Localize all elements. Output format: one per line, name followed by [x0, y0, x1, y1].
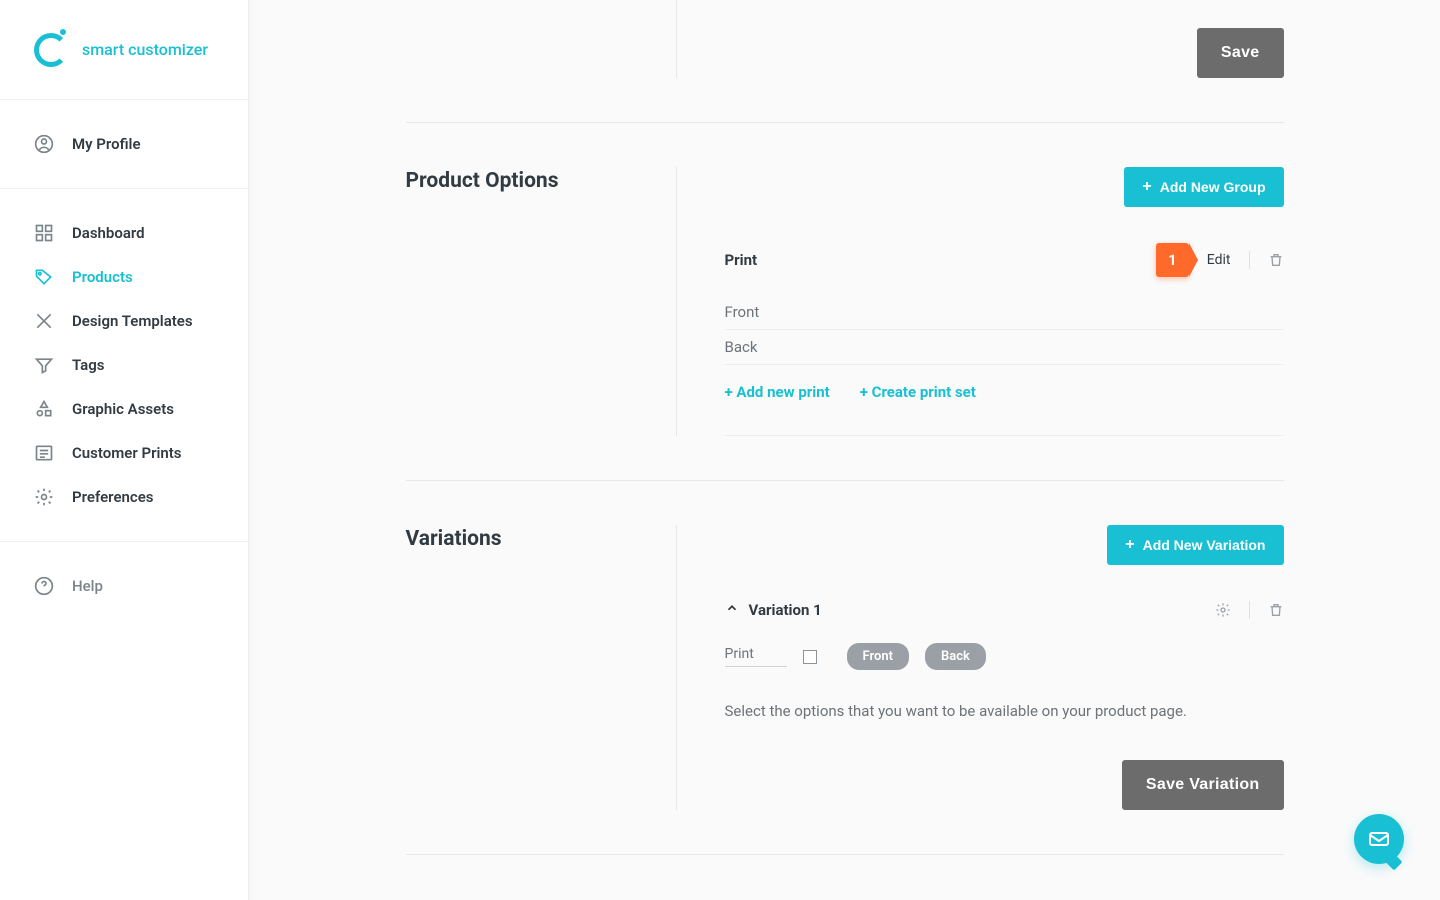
delete-group-button[interactable] [1268, 252, 1284, 268]
variation-settings-button[interactable] [1215, 602, 1231, 618]
option-item[interactable]: Front [725, 295, 1284, 330]
option-group-header: Print 1 Edit [725, 225, 1284, 281]
variation-pill-back[interactable]: Back [925, 643, 986, 670]
divider [1249, 601, 1250, 619]
sidebar-item-label: Tags [72, 356, 105, 374]
create-print-set-link[interactable]: + Create print set [860, 383, 976, 401]
option-group-name: Print [725, 251, 758, 269]
variation-name: Variation 1 [749, 601, 822, 619]
tools-icon [34, 311, 54, 331]
sidebar-item-graphic-assets[interactable]: Graphic Assets [0, 387, 248, 431]
sidebar-item-customer-prints[interactable]: Customer Prints [0, 431, 248, 475]
chat-support-button[interactable] [1354, 814, 1404, 864]
save-variation-button[interactable]: Save Variation [1122, 760, 1284, 810]
button-label: Add New Variation [1143, 537, 1266, 553]
sidebar-item-preferences[interactable]: Preferences [0, 475, 248, 519]
sidebar-item-label: Graphic Assets [72, 400, 174, 418]
sidebar-item-products[interactable]: Products [0, 255, 248, 299]
variation-option-label: Print [725, 646, 787, 667]
sidebar-item-label: Preferences [72, 488, 154, 506]
sidebar-item-dashboard[interactable]: Dashboard [0, 211, 248, 255]
plus-icon: + [1125, 537, 1134, 553]
grid-icon [34, 223, 54, 243]
sidebar: smart customizer My Profile Dashboard [0, 0, 249, 900]
brand-name: smart customizer [82, 40, 208, 59]
section-variations: Variations + Add New Variation [406, 481, 1284, 855]
chevron-up-icon[interactable] [725, 601, 739, 619]
main-content: Active Save Product Options + [249, 0, 1440, 900]
sidebar-item-label: Customer Prints [72, 444, 182, 462]
variation-print-checkbox[interactable] [803, 650, 817, 664]
logo-icon [34, 33, 68, 67]
sidebar-item-label: Dashboard [72, 224, 145, 242]
option-item[interactable]: Back [725, 330, 1284, 365]
option-items-list: Front Back [725, 295, 1284, 365]
sidebar-item-label: Design Templates [72, 312, 193, 330]
section-title: Product Options [406, 167, 676, 436]
user-circle-icon [34, 134, 54, 154]
divider [1249, 251, 1250, 269]
sidebar-item-label: Help [72, 577, 103, 595]
variation-hint: Select the options that you want to be a… [725, 702, 1284, 720]
button-label: Add New Group [1160, 179, 1266, 195]
shapes-icon [34, 399, 54, 419]
mail-icon [1367, 827, 1391, 851]
sidebar-item-label: My Profile [72, 135, 141, 153]
variation-pill-front[interactable]: Front [847, 643, 909, 670]
brand-logo[interactable]: smart customizer [0, 0, 248, 100]
sidebar-item-label: Products [72, 268, 133, 286]
list-icon [34, 443, 54, 463]
sidebar-item-tags[interactable]: Tags [0, 343, 248, 387]
funnel-icon [34, 355, 54, 375]
section-general: Active Save [406, 0, 1284, 123]
group-priority-badge: 1 [1156, 243, 1189, 277]
edit-group-link[interactable]: Edit [1207, 252, 1231, 268]
plus-icon: + [1142, 179, 1151, 195]
delete-variation-button[interactable] [1268, 602, 1284, 618]
sidebar-item-design-templates[interactable]: Design Templates [0, 299, 248, 343]
help-circle-icon [34, 576, 54, 596]
sidebar-item-my-profile[interactable]: My Profile [0, 122, 248, 166]
section-product-options: Product Options + Add New Group Print 1 [406, 123, 1284, 481]
save-button[interactable]: Save [1197, 28, 1284, 78]
add-new-group-button[interactable]: + Add New Group [1124, 167, 1283, 207]
tag-icon [34, 267, 54, 287]
section-title: Variations [406, 525, 676, 810]
variation-header: Variation 1 [725, 583, 1284, 625]
gear-icon [34, 487, 54, 507]
add-new-variation-button[interactable]: + Add New Variation [1107, 525, 1283, 565]
sidebar-item-help[interactable]: Help [0, 564, 248, 608]
add-new-print-link[interactable]: + Add new print [725, 383, 830, 401]
